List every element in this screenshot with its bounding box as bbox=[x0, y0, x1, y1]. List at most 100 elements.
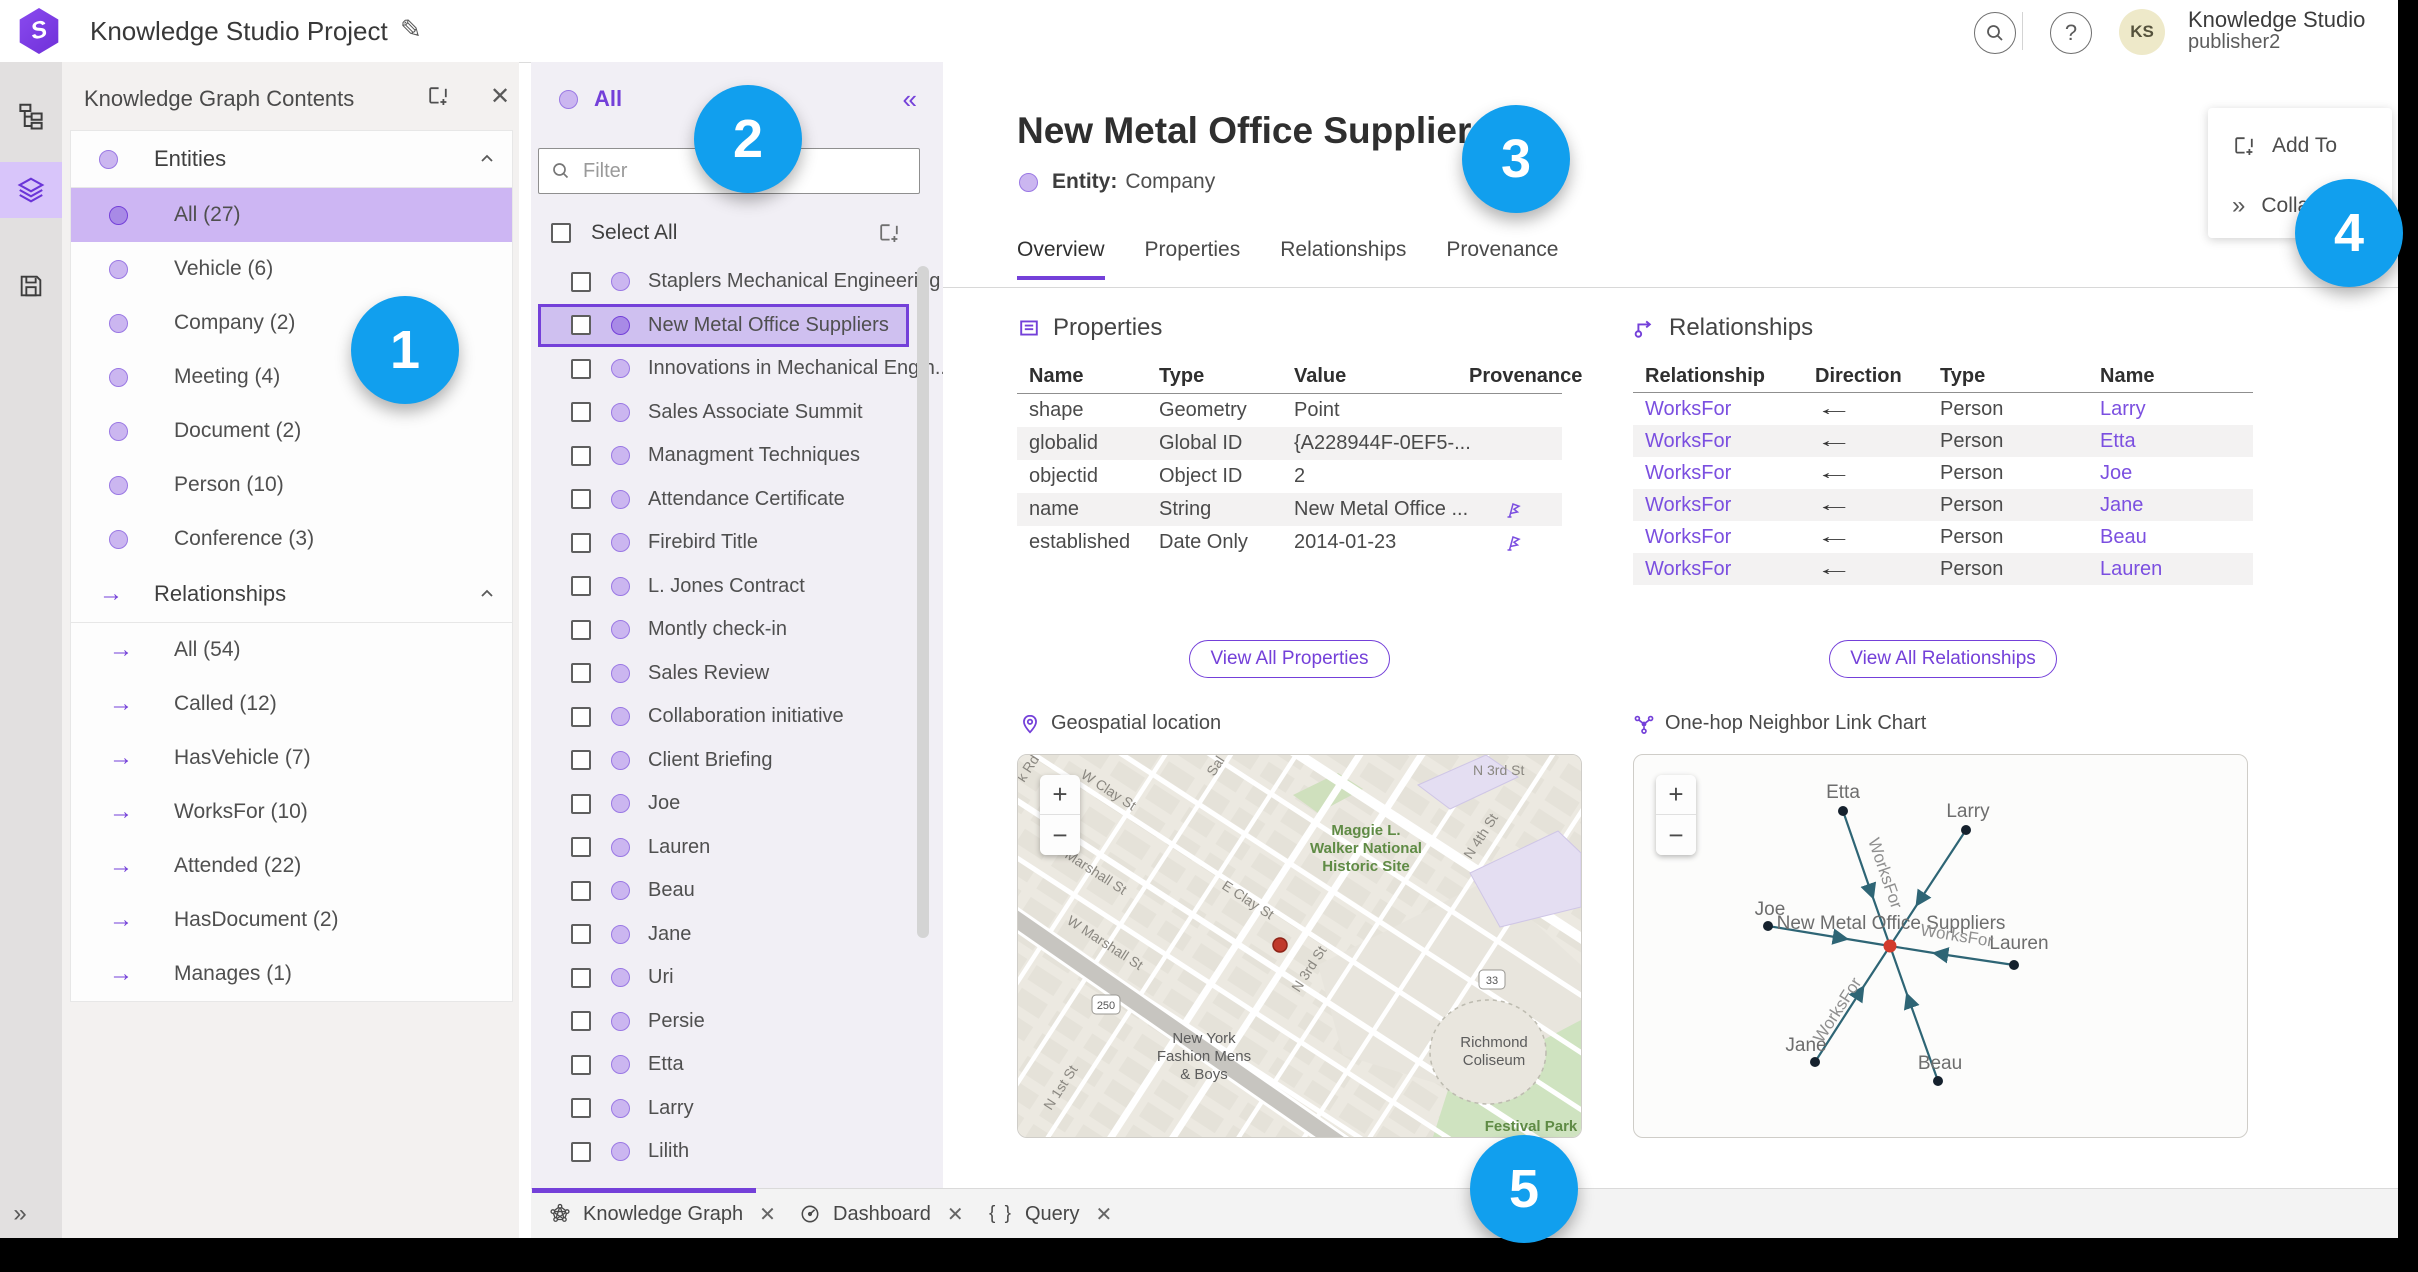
item-checkbox[interactable] bbox=[571, 315, 591, 336]
list-item[interactable]: Sales Associate Summit bbox=[538, 391, 909, 435]
chart-zoom-in-button[interactable]: + bbox=[1656, 775, 1696, 815]
geospatial-map[interactable]: + − 250 33 W Clay St Marshall St W Marsh… bbox=[1017, 754, 1582, 1138]
list-item[interactable]: Staplers Mechanical Engineering bbox=[538, 260, 940, 304]
item-checkbox[interactable] bbox=[571, 358, 591, 379]
select-all-checkbox[interactable] bbox=[551, 223, 571, 243]
map-zoom-in-button[interactable]: + bbox=[1040, 775, 1080, 815]
related-entity-link[interactable]: Jane bbox=[2100, 494, 2265, 517]
tab-dashboard[interactable]: Dashboard ✕ bbox=[799, 1189, 964, 1239]
close-tab-icon[interactable]: ✕ bbox=[759, 1202, 776, 1227]
item-checkbox[interactable] bbox=[571, 663, 591, 684]
detail-tab[interactable]: Relationships bbox=[1280, 238, 1406, 280]
list-item[interactable]: Lauren bbox=[538, 826, 909, 870]
list-item[interactable]: Lilith bbox=[538, 1130, 909, 1174]
list-item[interactable]: Attendance Certificate bbox=[538, 478, 909, 522]
save-button[interactable] bbox=[0, 258, 62, 314]
close-tab-icon[interactable]: ✕ bbox=[947, 1202, 964, 1227]
relationship-type-item[interactable]: → Attended (22) bbox=[71, 839, 512, 893]
entity-type-item[interactable]: Vehicle (6) bbox=[71, 242, 512, 296]
provenance-flag-icon[interactable] bbox=[1469, 533, 1574, 553]
chevron-up-icon[interactable] bbox=[478, 150, 496, 168]
node-larry[interactable] bbox=[1961, 825, 1971, 835]
relationship-link[interactable]: WorksFor bbox=[1645, 558, 1815, 581]
list-item[interactable]: Innovations in Mechanical Engin... bbox=[538, 347, 952, 391]
tab-query[interactable]: { } Query ✕ bbox=[989, 1189, 1112, 1239]
relationship-type-item[interactable]: → HasDocument (2) bbox=[71, 893, 512, 947]
item-checkbox[interactable] bbox=[571, 967, 591, 988]
relationship-type-item[interactable]: → All (54) bbox=[71, 623, 512, 677]
map-zoom-out-button[interactable]: − bbox=[1040, 815, 1080, 855]
list-item[interactable]: L. Jones Contract bbox=[538, 565, 909, 609]
entities-section-header[interactable]: Entities bbox=[71, 131, 512, 188]
node-jane[interactable] bbox=[1810, 1057, 1820, 1067]
entity-type-item[interactable]: All (27) bbox=[71, 188, 512, 242]
list-item[interactable]: Collaboration initiative bbox=[538, 695, 909, 739]
search-button[interactable] bbox=[1974, 12, 2016, 54]
item-checkbox[interactable] bbox=[571, 1141, 591, 1162]
node-lauren[interactable] bbox=[2009, 960, 2019, 970]
contents-button[interactable] bbox=[0, 162, 62, 218]
item-checkbox[interactable] bbox=[571, 619, 591, 640]
detail-tab[interactable]: Overview bbox=[1017, 238, 1105, 280]
edit-title-icon[interactable]: ✎ bbox=[400, 14, 422, 45]
item-checkbox[interactable] bbox=[571, 532, 591, 553]
provenance-flag-icon[interactable] bbox=[1469, 500, 1574, 520]
avatar[interactable]: KS bbox=[2119, 9, 2165, 55]
relationships-section-header[interactable]: → Relationships bbox=[71, 566, 512, 623]
chevron-up-icon[interactable] bbox=[478, 585, 496, 603]
user-block[interactable]: Knowledge Studio publisher2 bbox=[2188, 8, 2365, 54]
list-item[interactable]: Firebird Title bbox=[538, 521, 909, 565]
entity-type-item[interactable]: Document (2) bbox=[71, 404, 512, 458]
relationship-type-item[interactable]: → WorksFor (10) bbox=[71, 785, 512, 839]
detail-tab[interactable]: Provenance bbox=[1446, 238, 1558, 280]
list-item[interactable]: New Metal Office Suppliers bbox=[538, 303, 909, 347]
relationship-type-item[interactable]: → Manages (1) bbox=[71, 947, 512, 1001]
add-to-map-button[interactable] bbox=[426, 84, 450, 108]
list-item[interactable]: Jane bbox=[538, 913, 909, 957]
relationship-link[interactable]: WorksFor bbox=[1645, 398, 1815, 421]
relationship-link[interactable]: WorksFor bbox=[1645, 494, 1815, 517]
node-beau[interactable] bbox=[1933, 1076, 1943, 1086]
view-all-relationships-button[interactable]: View All Relationships bbox=[1829, 640, 2057, 678]
item-checkbox[interactable] bbox=[571, 793, 591, 814]
list-item[interactable]: Montly check-in bbox=[538, 608, 909, 652]
item-checkbox[interactable] bbox=[571, 271, 591, 292]
item-checkbox[interactable] bbox=[571, 1098, 591, 1119]
related-entity-link[interactable]: Lauren bbox=[2100, 558, 2265, 581]
list-item[interactable]: Beau bbox=[538, 869, 909, 913]
item-checkbox[interactable] bbox=[571, 924, 591, 945]
list-scrollbar[interactable] bbox=[917, 266, 929, 938]
link-chart[interactable]: + − Etta Larry Joe Lauren Jane Beau New … bbox=[1633, 754, 2248, 1138]
list-item[interactable]: Joe bbox=[538, 782, 909, 826]
close-tab-icon[interactable]: ✕ bbox=[1095, 1202, 1112, 1227]
list-item[interactable]: Larry bbox=[538, 1087, 909, 1131]
node-etta[interactable] bbox=[1838, 806, 1848, 816]
list-item[interactable]: Etta bbox=[538, 1043, 909, 1087]
detail-tab[interactable]: Properties bbox=[1145, 238, 1241, 280]
related-entity-link[interactable]: Beau bbox=[2100, 526, 2265, 549]
relationship-link[interactable]: WorksFor bbox=[1645, 462, 1815, 485]
item-checkbox[interactable] bbox=[571, 402, 591, 423]
collapse-panel-icon[interactable]: « bbox=[903, 84, 917, 115]
item-checkbox[interactable] bbox=[571, 1054, 591, 1075]
view-all-properties-button[interactable]: View All Properties bbox=[1189, 640, 1390, 678]
item-checkbox[interactable] bbox=[571, 445, 591, 466]
item-checkbox[interactable] bbox=[571, 576, 591, 597]
list-item[interactable]: Sales Review bbox=[538, 652, 909, 696]
relationship-type-item[interactable]: → HasVehicle (7) bbox=[71, 731, 512, 785]
close-panel-icon[interactable]: ✕ bbox=[490, 82, 510, 111]
related-entity-link[interactable]: Etta bbox=[2100, 430, 2265, 453]
entity-type-item[interactable]: Person (10) bbox=[71, 458, 512, 512]
node-joe[interactable] bbox=[1763, 921, 1773, 931]
item-checkbox[interactable] bbox=[571, 750, 591, 771]
relationship-type-item[interactable]: → Called (12) bbox=[71, 677, 512, 731]
chart-zoom-out-button[interactable]: − bbox=[1656, 815, 1696, 855]
item-checkbox[interactable] bbox=[571, 1011, 591, 1032]
list-item[interactable]: Uri bbox=[538, 956, 909, 1000]
relationship-link[interactable]: WorksFor bbox=[1645, 526, 1815, 549]
related-entity-link[interactable]: Joe bbox=[2100, 462, 2265, 485]
tab-knowledge-graph[interactable]: Knowledge Graph ✕ bbox=[549, 1189, 776, 1239]
list-item[interactable]: Client Briefing bbox=[538, 739, 909, 783]
relationship-link[interactable]: WorksFor bbox=[1645, 430, 1815, 453]
related-entity-link[interactable]: Larry bbox=[2100, 398, 2265, 421]
